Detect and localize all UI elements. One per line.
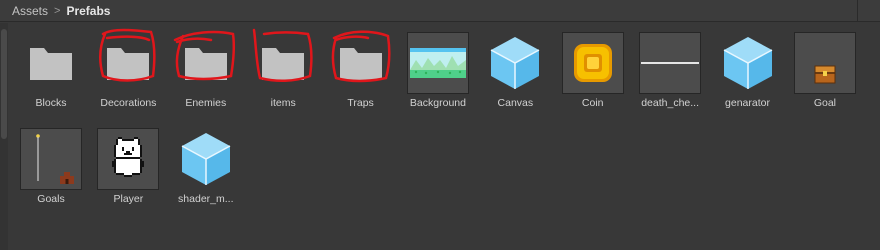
asset-item-genarator[interactable]: genarator — [717, 32, 779, 109]
asset-item-blocks[interactable]: Blocks — [20, 32, 82, 109]
cat-icon — [97, 128, 160, 190]
asset-item-goals[interactable]: Goals — [20, 128, 82, 205]
folder-icon — [252, 28, 314, 94]
asset-item-enemies[interactable]: Enemies — [173, 30, 237, 109]
breadcrumb-assets[interactable]: Assets — [12, 4, 48, 18]
scrollbar-thumb[interactable] — [1, 29, 7, 139]
asset-label: Decorations — [100, 97, 157, 109]
asset-item-traps[interactable]: Traps — [330, 30, 392, 109]
line-icon — [639, 32, 702, 94]
asset-label: shader_m... — [178, 193, 234, 205]
asset-grid: Blocks Decorations Enemies items Traps B… — [20, 28, 856, 205]
folder-icon — [173, 30, 237, 94]
cube-icon — [484, 32, 546, 94]
breadcrumb-prefabs[interactable]: Prefabs — [66, 4, 110, 18]
asset-item-goal[interactable]: Goal — [793, 32, 856, 109]
scrollbar[interactable] — [0, 23, 8, 250]
asset-label: Goal — [813, 97, 836, 109]
asset-item-death-checker[interactable]: death_che... — [639, 32, 702, 109]
flagpole-icon — [20, 128, 82, 190]
asset-label: items — [270, 97, 296, 109]
coin-icon — [561, 32, 624, 94]
breadcrumb: Assets > Prefabs — [0, 0, 880, 22]
asset-label: Player — [113, 193, 144, 205]
asset-label: Coin — [581, 97, 604, 109]
cube-icon — [717, 32, 779, 94]
chest-icon — [793, 32, 856, 94]
cube-icon — [175, 128, 237, 190]
asset-item-canvas[interactable]: Canvas — [484, 32, 546, 109]
asset-label: Enemies — [185, 97, 227, 109]
asset-item-decorations[interactable]: Decorations — [97, 28, 159, 109]
toolbar-divider — [857, 0, 858, 22]
asset-label: Background — [409, 97, 466, 109]
asset-label: Goals — [37, 193, 65, 205]
asset-item-background[interactable]: Background — [406, 32, 469, 109]
asset-item-items[interactable]: items — [252, 28, 314, 109]
asset-item-shader[interactable]: shader_m... — [175, 128, 237, 205]
asset-label: Traps — [347, 97, 374, 109]
asset-label: death_che... — [641, 97, 700, 109]
breadcrumb-separator: > — [54, 4, 61, 17]
asset-item-player[interactable]: Player — [97, 128, 160, 205]
asset-label: genarator — [725, 97, 770, 109]
background-thumbnail-icon — [406, 32, 469, 94]
asset-label: Blocks — [35, 97, 67, 109]
folder-icon — [20, 32, 82, 94]
asset-item-coin[interactable]: Coin — [561, 32, 624, 109]
asset-label: Canvas — [497, 97, 534, 109]
folder-icon — [97, 28, 159, 94]
folder-icon — [330, 30, 392, 94]
